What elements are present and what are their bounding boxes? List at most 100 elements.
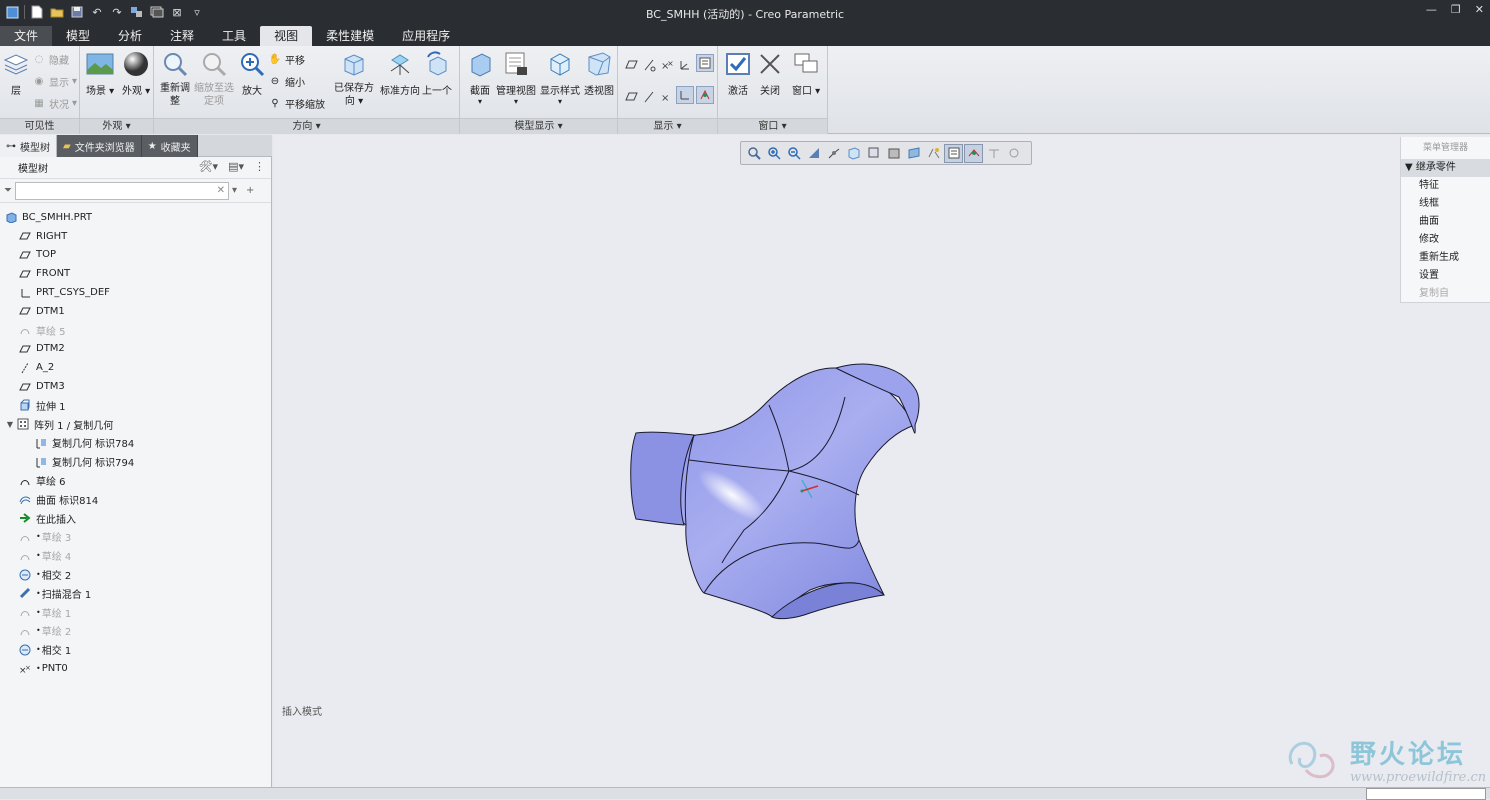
previous-orientation-button[interactable]: 上一个	[422, 50, 452, 97]
tree-item[interactable]: DTM2	[0, 340, 271, 359]
add-filter-icon[interactable]: +	[246, 185, 254, 196]
tree-item[interactable]: 在此插入	[0, 509, 271, 528]
csys-display-icon[interactable]	[676, 56, 694, 74]
standard-orientation-button[interactable]: 标准方向	[380, 50, 420, 97]
tab-file[interactable]: 文件	[0, 26, 52, 46]
display-style-icon	[546, 50, 574, 78]
tree-search-input[interactable]: ✕	[15, 181, 229, 200]
display-style-button[interactable]: 显示样式 ▾	[540, 50, 580, 106]
pan-button[interactable]: ✋ 平移	[268, 52, 305, 67]
close-button[interactable]: ✕	[1475, 3, 1484, 16]
tree-item[interactable]: FRONT	[0, 264, 271, 283]
section-button[interactable]: 截面 ▾	[466, 50, 494, 106]
tree-item[interactable]: DTM3	[0, 377, 271, 396]
tree-item[interactable]: 曲面 标识814	[0, 490, 271, 509]
menu-manager-item[interactable]: 设置	[1401, 267, 1490, 285]
tab-annotate[interactable]: 注释	[156, 26, 208, 46]
tab-applications[interactable]: 应用程序	[388, 26, 464, 46]
pan-zoom-button[interactable]: ⚲ 平移缩放	[268, 96, 325, 111]
tree-item-label: 阵列 1 / 复制几何	[34, 420, 114, 432]
windows-button[interactable]: 窗口 ▾	[792, 50, 820, 97]
sketch-icon	[18, 549, 32, 563]
selection-filter-dropdown[interactable]	[1366, 788, 1486, 800]
perspective-button[interactable]: 透视图	[584, 50, 614, 97]
group-window: 激活 关闭 窗口 ▾ 窗口 ▾	[718, 46, 828, 134]
tree-filter-options-icon[interactable]: ⋮	[254, 160, 265, 173]
tab-flexible-modeling[interactable]: 柔性建模	[312, 26, 388, 46]
clear-filter-icon[interactable]: ✕	[217, 185, 225, 196]
tab-model[interactable]: 模型	[52, 26, 104, 46]
tree-item[interactable]: • 草绘 1	[0, 603, 271, 622]
point-display-icon[interactable]: × ×	[658, 56, 676, 74]
tab-folder-browser[interactable]: ▰ 文件夹浏览器	[57, 135, 142, 157]
maximize-button[interactable]: ❐	[1451, 3, 1461, 16]
minimize-button[interactable]: —	[1426, 3, 1437, 16]
manage-views-button[interactable]: 管理视图 ▾	[496, 50, 536, 106]
plane-tag-display-icon[interactable]	[622, 88, 640, 106]
tree-item[interactable]: BC_SMHH.PRT	[0, 208, 271, 227]
tree-item[interactable]: • 扫描混合 1	[0, 584, 271, 603]
tab-tools[interactable]: 工具	[208, 26, 260, 46]
activate-button[interactable]: 激活	[724, 50, 752, 97]
menu-manager-item[interactable]: 线框	[1401, 195, 1490, 213]
axis-display-icon[interactable]	[640, 56, 658, 74]
point-tag-display-icon[interactable]: ×	[658, 88, 676, 106]
zoom-to-selected-button[interactable]: 缩放至选定项	[194, 50, 234, 108]
datum-plane-icon	[18, 248, 32, 262]
axis-tag-display-icon[interactable]	[640, 88, 658, 106]
tree-item[interactable]: × × • PNT0	[0, 659, 271, 678]
tree-item[interactable]: A_2	[0, 358, 271, 377]
annotation-display-icon[interactable]	[696, 54, 714, 72]
saved-orientations-button[interactable]: 已保存方向 ▾	[334, 50, 374, 108]
appearance-button[interactable]: 外观 ▾	[122, 50, 150, 97]
layer-button[interactable]: 层	[2, 50, 30, 97]
tree-item[interactable]: • 草绘 4	[0, 546, 271, 565]
status-button[interactable]: ▦ 状况 ▾	[32, 96, 77, 111]
tree-item-label: 草绘 3	[41, 533, 72, 545]
tree-item[interactable]: 草绘 6	[0, 471, 271, 490]
expand-toggle-icon[interactable]: ▼	[4, 420, 16, 429]
tree-item[interactable]: 草绘 5	[0, 321, 271, 340]
plane-display-icon[interactable]	[622, 56, 640, 74]
tree-item[interactable]: 复制几何 标识794	[0, 452, 271, 471]
tab-model-tree[interactable]: ⊶ 模型树	[0, 135, 57, 157]
tree-item[interactable]: 复制几何 标识784	[0, 434, 271, 453]
menu-manager-item[interactable]: 特征	[1401, 177, 1490, 195]
tree-settings-icon[interactable]: 🛠▾	[199, 160, 219, 173]
tree-item[interactable]: ▼ 阵列 1 / 复制几何	[0, 415, 271, 434]
three-way-pipe-model[interactable]	[630, 363, 920, 620]
scene-button[interactable]: 场景 ▾	[86, 50, 114, 97]
datum-plane-icon	[18, 229, 32, 243]
graphics-window[interactable]: 插入模式	[274, 135, 1490, 787]
3d-model-viewport[interactable]	[274, 135, 1490, 787]
refit-icon	[161, 50, 189, 78]
tree-item[interactable]: RIGHT	[0, 227, 271, 246]
close-window-button[interactable]: 关闭	[756, 50, 784, 97]
menu-section-inherit-part[interactable]: ▼ 继承零件	[1401, 159, 1490, 177]
tree-item[interactable]: • 草绘 3	[0, 528, 271, 547]
zoom-out-button[interactable]: ⊖ 缩小	[268, 74, 305, 89]
tree-item[interactable]: • 相交 2	[0, 565, 271, 584]
tree-item[interactable]: • 相交 1	[0, 640, 271, 659]
zoom-in-button[interactable]: 放大	[238, 50, 266, 97]
tab-favorites[interactable]: ★ 收藏夹	[141, 135, 198, 157]
menu-manager-item[interactable]: 复制自	[1401, 285, 1490, 303]
tree-item[interactable]: PRT_CSYS_DEF	[0, 283, 271, 302]
tab-view[interactable]: 视图	[260, 26, 313, 46]
menu-manager-item[interactable]: 曲面	[1401, 213, 1490, 231]
tree-item[interactable]: 拉伸 1	[0, 396, 271, 415]
tree-item[interactable]: DTM1	[0, 302, 271, 321]
spin-center-icon[interactable]	[696, 86, 714, 104]
menu-manager-item[interactable]: 重新生成	[1401, 249, 1490, 267]
tree-item[interactable]: • 草绘 2	[0, 622, 271, 641]
csys-tag-display-icon[interactable]	[676, 86, 694, 104]
filter-funnel-icon[interactable]: ⏷	[4, 185, 12, 196]
filter-dropdown-icon[interactable]: ▾	[232, 185, 237, 196]
menu-manager-item[interactable]: 修改	[1401, 231, 1490, 249]
show-button[interactable]: ◉ 显示 ▾	[32, 74, 77, 89]
tree-item[interactable]: TOP	[0, 246, 271, 265]
tree-show-icon[interactable]: ▤▾	[228, 160, 244, 173]
hide-button[interactable]: ◌ 隐藏	[32, 52, 69, 67]
tab-analysis[interactable]: 分析	[104, 26, 156, 46]
refit-button[interactable]: 重新调整	[158, 50, 192, 108]
